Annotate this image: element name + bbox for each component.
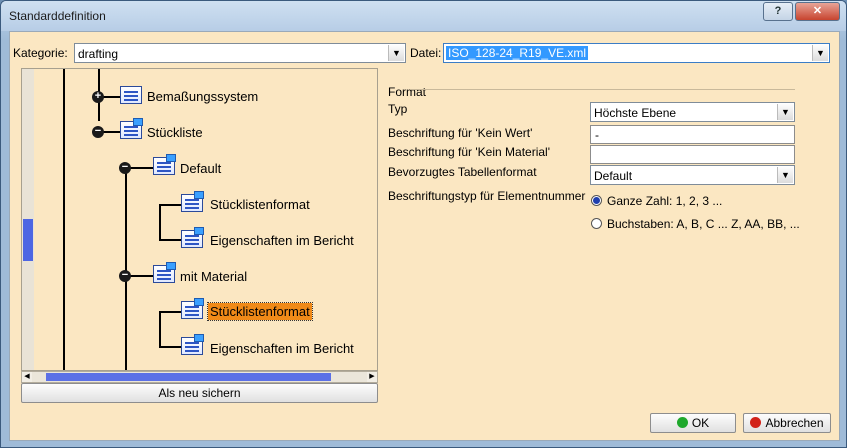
table-format-icon <box>153 262 176 283</box>
collapse-minus-icon[interactable]: − <box>92 126 104 138</box>
dialog-window: Standarddefinition ? ✕ Kategorie: drafti… <box>0 0 847 448</box>
table-format-icon <box>181 298 204 319</box>
cancel-label: Abbrechen <box>765 416 824 430</box>
table-format-label: Bevorzugtes Tabellenformat <box>388 165 537 179</box>
collapse-minus-icon[interactable]: − <box>119 270 131 282</box>
tree-item-label[interactable]: Bemaßungssystem <box>147 89 258 104</box>
collapse-minus-icon[interactable]: − <box>119 162 131 174</box>
numbering-label: Beschriftungstyp für Elementnummer <box>388 189 586 203</box>
cancel-button[interactable]: Abbrechen <box>743 413 831 433</box>
table-format-icon <box>181 191 204 212</box>
no-material-input[interactable] <box>590 145 795 164</box>
table-format-value: Default <box>594 169 633 183</box>
category-value: drafting <box>78 47 119 61</box>
tree-line <box>63 69 65 370</box>
tree-line <box>159 204 161 240</box>
radio-integer[interactable]: Ganze Zahl: 1, 2, 3 ... <box>591 194 722 208</box>
window-title: Standarddefinition <box>9 9 106 23</box>
tree-item-label[interactable]: Eigenschaften im Bericht <box>210 233 354 248</box>
no-value-text: - <box>595 128 599 142</box>
tree-line <box>159 346 181 348</box>
radio-integer-label: Ganze Zahl: 1, 2, 3 ... <box>607 194 723 208</box>
scroll-right-icon[interactable]: ▶ <box>367 372 377 382</box>
close-button[interactable]: ✕ <box>795 2 840 21</box>
title-bar: Standarddefinition ? ✕ <box>1 1 846 31</box>
no-material-label: Beschriftung für 'Kein Material' <box>388 145 550 159</box>
format-group-label: Format <box>388 85 427 99</box>
tree-item-label[interactable]: mit Material <box>180 269 247 284</box>
tree-line <box>159 204 181 206</box>
type-label: Typ <box>388 102 408 116</box>
category-label: Kategorie: <box>13 46 68 60</box>
radio-empty-icon[interactable] <box>591 218 602 229</box>
tree-vertical-scrollbar[interactable] <box>22 69 34 370</box>
group-divider <box>410 89 795 90</box>
tree-line <box>159 311 161 347</box>
tree-item-label[interactable]: Stückliste <box>147 125 203 140</box>
dialog-client-area: Kategorie: drafting ▼ Datei: ISO_128-24_… <box>9 31 840 441</box>
chevron-down-icon[interactable]: ▼ <box>777 167 793 183</box>
file-value: ISO_128-24_R19_VE.xml <box>446 46 589 60</box>
type-select[interactable]: Höchste Ebene ▼ <box>590 102 795 122</box>
expand-plus-icon[interactable]: + <box>92 91 104 103</box>
table-format-icon <box>153 154 176 175</box>
no-value-label: Beschriftung für 'Kein Wert' <box>388 126 533 140</box>
tree-item-label[interactable]: Default <box>180 161 221 176</box>
radio-letters[interactable]: Buchstaben: A, B, C ... Z, AA, BB, ... <box>591 217 800 231</box>
no-value-input[interactable]: - <box>590 125 795 144</box>
tree-line <box>159 311 181 313</box>
help-button[interactable]: ? <box>763 2 793 21</box>
radio-selected-icon[interactable] <box>591 195 602 206</box>
settings-tree[interactable]: + Bemaßungssystem − Stückliste − Default… <box>21 68 378 371</box>
file-select[interactable]: ISO_128-24_R19_VE.xml ▼ <box>443 43 830 63</box>
category-select[interactable]: drafting ▼ <box>74 43 406 63</box>
cancel-status-icon <box>750 417 762 428</box>
chevron-down-icon[interactable]: ▼ <box>812 45 828 61</box>
ok-label: OK <box>691 416 710 430</box>
table-format-select[interactable]: Default ▼ <box>590 165 795 185</box>
type-value: Höchste Ebene <box>594 106 677 120</box>
radio-letters-label: Buchstaben: A, B, C ... Z, AA, BB, ... <box>607 217 800 231</box>
table-format-icon <box>181 334 204 355</box>
tree-item-label[interactable]: Stücklistenformat <box>210 197 310 212</box>
scrollbar-thumb[interactable] <box>23 219 33 261</box>
chevron-down-icon[interactable]: ▼ <box>777 104 793 120</box>
dimension-system-icon <box>120 86 142 104</box>
tree-item-label-selected[interactable]: Stücklistenformat <box>207 302 313 321</box>
ok-button[interactable]: OK <box>650 413 736 433</box>
file-label: Datei: <box>410 46 442 60</box>
bill-of-material-icon <box>120 118 143 139</box>
tree-line <box>159 239 181 241</box>
ok-status-icon <box>676 417 688 428</box>
scroll-left-icon[interactable]: ◀ <box>22 372 32 382</box>
chevron-down-icon[interactable]: ▼ <box>388 45 404 61</box>
table-format-icon <box>181 227 204 248</box>
save-as-new-button[interactable]: Als neu sichern <box>21 383 378 403</box>
scrollbar-thumb[interactable] <box>46 373 331 381</box>
tree-horizontal-scrollbar[interactable]: ◀ ▶ <box>21 371 378 383</box>
tree-item-label[interactable]: Eigenschaften im Bericht <box>210 341 354 356</box>
